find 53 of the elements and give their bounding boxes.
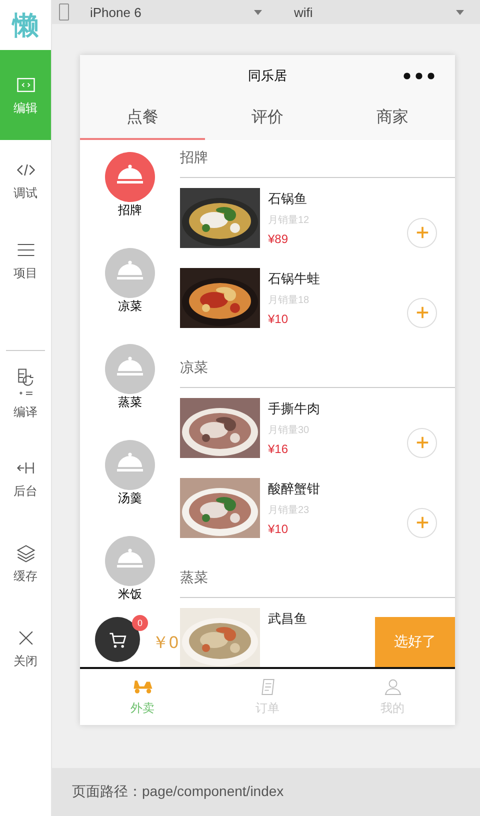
category-item[interactable]: 汤羹	[80, 440, 180, 507]
phone-icon	[58, 3, 70, 21]
add-button[interactable]	[407, 428, 437, 458]
category-item[interactable]: 招牌	[80, 152, 180, 219]
plus-icon	[414, 435, 430, 450]
section-title: 招牌	[180, 149, 208, 168]
dish-name: 武昌鱼	[268, 610, 307, 628]
dish-price: ¥16	[268, 442, 290, 456]
dish-name: 石锅鱼	[268, 190, 308, 208]
page-path: 页面路径：page/component/index	[72, 783, 284, 801]
caret-icon	[254, 10, 262, 14]
layers-icon	[14, 542, 36, 564]
page-title: 同乐居	[248, 66, 287, 85]
sidebar-item[interactable]: 调试	[0, 140, 51, 220]
section-title: 蒸菜	[180, 569, 208, 588]
dish-price: ¥10	[268, 522, 290, 536]
cloche-icon	[105, 440, 155, 490]
network-select[interactable]: wifi	[294, 4, 464, 20]
person-icon	[382, 677, 402, 698]
cloche-icon	[105, 536, 155, 586]
cloche-icon	[105, 344, 155, 394]
dish-name: 石锅牛蛙	[268, 270, 320, 288]
sidebar-item[interactable]: 缓存	[0, 521, 51, 606]
plus-icon	[414, 305, 430, 320]
add-button[interactable]	[407, 298, 437, 328]
category-item[interactable]: 凉菜	[80, 248, 180, 315]
category-item[interactable]: 蒸菜	[80, 344, 180, 411]
plus-icon	[414, 515, 430, 530]
caret-icon	[456, 10, 464, 14]
sidebar-item[interactable]: 编译	[0, 351, 51, 436]
tab[interactable]: 商家	[330, 96, 455, 140]
add-button[interactable]	[407, 508, 437, 538]
cart-count-badge: 0	[132, 615, 148, 632]
sidebar-item[interactable]: 关闭	[0, 606, 51, 691]
add-button[interactable]	[407, 218, 437, 248]
sidebar-item[interactable]: 项目	[0, 220, 51, 300]
dish-price: ¥10	[268, 312, 290, 326]
plus-icon	[414, 225, 430, 240]
category-item[interactable]: 米饭	[80, 536, 180, 603]
dish-name: 手撕牛肉	[268, 400, 320, 418]
more-icon[interactable]	[403, 72, 435, 80]
cart-total: ￥0	[152, 632, 178, 654]
sidebar-item[interactable]: 后台	[0, 436, 51, 521]
tab[interactable]: 评价	[205, 96, 330, 140]
dish-name: 酸醉蟹钳	[268, 480, 320, 498]
cloche-icon	[105, 152, 155, 202]
dish-price: ¥89	[268, 232, 290, 246]
cloche-icon	[105, 248, 155, 298]
device-select[interactable]: iPhone 6	[90, 4, 262, 20]
logo: 懒	[10, 8, 40, 42]
tab[interactable]: 点餐	[80, 96, 205, 140]
scooter-icon	[132, 680, 154, 694]
section-title: 凉菜	[180, 359, 208, 378]
